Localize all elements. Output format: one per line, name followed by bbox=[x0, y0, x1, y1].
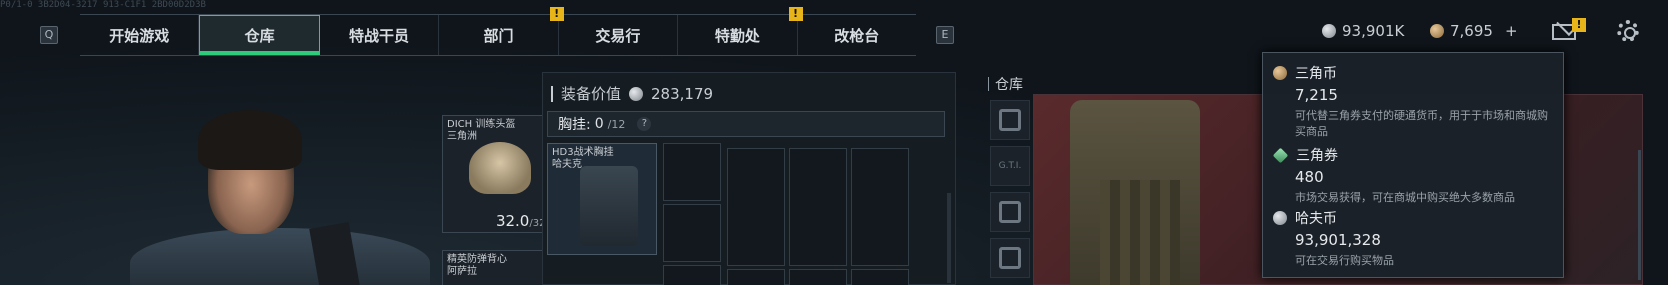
helmet-icon bbox=[469, 142, 531, 194]
rig-grid-cell[interactable] bbox=[663, 265, 721, 285]
storage-filter-case-2[interactable] bbox=[990, 238, 1030, 278]
gti-icon: G.T.I. bbox=[998, 161, 1022, 171]
tab-label: 改枪台 bbox=[834, 26, 880, 45]
armor-name: 精英防弹背心 bbox=[447, 254, 507, 265]
equipment-value-header: 装备价值 283,179 bbox=[551, 83, 713, 104]
tooltip-item-header: 哈夫币 bbox=[1273, 208, 1558, 228]
tooltip-item: 三角券 480 市场交易获得，可在商城中购买绝大多数商品 bbox=[1272, 145, 1558, 206]
tab-label: 仓库 bbox=[244, 26, 275, 45]
hafu-coin-icon bbox=[629, 86, 644, 101]
hafu-amount: 93,901K bbox=[1342, 22, 1405, 40]
tab-gunsmith[interactable]: 改枪台 bbox=[798, 15, 916, 55]
tooltip-item: 三角币 7,215 可代替三角券支付的硬通货币，用于于市场和商城购买商品 bbox=[1273, 63, 1558, 140]
tooltip-item-desc: 可代替三角券支付的硬通货币，用于于市场和商城购买商品 bbox=[1295, 109, 1548, 138]
chest-rig-icon bbox=[580, 166, 638, 246]
equipment-value-label: 装备价值 bbox=[561, 85, 622, 103]
rig-grid-cell[interactable] bbox=[663, 204, 721, 262]
sanjiao-coin-icon bbox=[1430, 24, 1444, 38]
chest-rig-slot[interactable]: HD3战术胸挂 哈夫克 bbox=[547, 143, 657, 255]
tooltip-item-desc: 可在交易行购买物品 bbox=[1295, 254, 1394, 267]
nav-left-key[interactable]: Q bbox=[40, 26, 58, 44]
help-icon[interactable]: ? bbox=[637, 117, 652, 131]
chest-rig-header: 胸挂: 0 /12 ? bbox=[547, 111, 945, 137]
armor-brand: 阿萨拉 bbox=[447, 266, 477, 277]
title-bar bbox=[988, 77, 989, 91]
sanjiao-ticket-icon bbox=[1272, 147, 1289, 163]
tooltip-item-name: 哈夫币 bbox=[1295, 211, 1337, 227]
tooltip-item: 哈夫币 93,901,328 可在交易行购买物品 bbox=[1273, 208, 1558, 269]
storage-icon bbox=[999, 109, 1021, 131]
tab-warehouse[interactable]: 仓库 bbox=[199, 15, 320, 55]
rig-grid-cell[interactable] bbox=[851, 148, 909, 266]
case-icon bbox=[999, 247, 1021, 269]
tab-start-game[interactable]: 开始游戏 bbox=[80, 15, 200, 55]
hafu-balance[interactable]: 93,901K bbox=[1322, 22, 1404, 40]
nav-right-key[interactable]: E bbox=[936, 26, 954, 44]
tooltip-item-name: 三角券 bbox=[1296, 148, 1338, 164]
tooltip-item-value: 480 bbox=[1295, 168, 1324, 186]
helmet-label: DICH 训练头盔 三角洲 bbox=[447, 119, 515, 143]
chest-rig-count: 0 bbox=[594, 116, 604, 132]
rig-grid-cell[interactable] bbox=[663, 143, 721, 201]
sanjiao-coin-icon bbox=[1273, 66, 1287, 80]
helmet-brand: 三角洲 bbox=[447, 131, 477, 142]
equipment-panel: 装备价值 283,179 胸挂: 0 /12 ? HD3战术胸挂 哈夫克 bbox=[542, 72, 956, 285]
tab-label: 开始游戏 bbox=[109, 26, 170, 45]
main-nav: 开始游戏 仓库 特战干员 部门! 交易行 特勤处! 改枪台 bbox=[80, 7, 916, 56]
top-id-strip: P0/1-0 3B2D04-3217 913-C1F1 2BD00D2D3B bbox=[0, 0, 206, 10]
operator-model bbox=[130, 110, 430, 285]
tooltip-item-value: 7,215 bbox=[1295, 86, 1338, 104]
title-bar bbox=[551, 85, 553, 102]
rig-grid-cell[interactable] bbox=[727, 148, 785, 266]
storage-filter-all[interactable] bbox=[990, 100, 1030, 140]
rig-grid-cell[interactable] bbox=[727, 269, 785, 285]
gear-icon[interactable] bbox=[1617, 20, 1639, 42]
equipment-value-amount: 283,179 bbox=[651, 84, 714, 103]
chest-rig-max: /12 bbox=[607, 117, 626, 131]
storage-filter-gti[interactable]: G.T.I. bbox=[990, 146, 1030, 186]
rig-grid-cell[interactable] bbox=[851, 269, 909, 285]
tab-label: 部门 bbox=[483, 26, 514, 45]
durability-value: 32.0 bbox=[495, 212, 530, 230]
storage-filter-case-1[interactable] bbox=[990, 192, 1030, 232]
chest-rig-label: 胸挂: bbox=[558, 117, 591, 133]
sanjiao-amount: 7,695 bbox=[1450, 22, 1493, 40]
operator-hair bbox=[198, 110, 302, 170]
rig-grid-cell[interactable] bbox=[789, 269, 847, 285]
add-currency-button[interactable]: + bbox=[1505, 22, 1518, 40]
rig-name: HD3战术胸挂 bbox=[552, 147, 614, 158]
hafu-coin-icon bbox=[1322, 24, 1336, 38]
tab-trade[interactable]: 交易行 bbox=[559, 15, 679, 55]
tab-operators[interactable]: 特战干员 bbox=[320, 15, 440, 55]
hafu-coin-icon bbox=[1273, 211, 1287, 225]
tooltip-item-header: 三角币 bbox=[1273, 63, 1558, 83]
mail-alert-badge: ! bbox=[1572, 18, 1586, 32]
storage-header: 仓库 bbox=[988, 74, 1023, 94]
rig-grid-cell[interactable] bbox=[789, 148, 847, 266]
sanjiao-balance[interactable]: 7,695 + bbox=[1430, 22, 1518, 40]
scrollbar[interactable] bbox=[947, 193, 951, 283]
tooltip-item-header: 三角券 bbox=[1272, 145, 1558, 165]
armor-label: 精英防弹背心 阿萨拉 bbox=[447, 254, 507, 278]
tab-special-ops[interactable]: 特勤处! bbox=[678, 7, 803, 55]
tab-label: 交易行 bbox=[595, 26, 641, 45]
tab-label: 特战干员 bbox=[349, 26, 410, 45]
tab-label: 特勤处 bbox=[714, 26, 760, 45]
tooltip-item-name: 三角币 bbox=[1295, 66, 1337, 82]
operator-body bbox=[130, 228, 430, 285]
storage-title: 仓库 bbox=[995, 77, 1023, 93]
currency-tooltip: 三角币 7,215 可代替三角券支付的硬通货币，用于于市场和商城购买商品 三角券… bbox=[1262, 52, 1564, 278]
tab-department[interactable]: 部门! bbox=[439, 7, 564, 55]
tooltip-item-desc: 市场交易获得，可在商城中购买绝大多数商品 bbox=[1295, 191, 1515, 204]
tooltip-item-value: 93,901,328 bbox=[1295, 231, 1381, 249]
helmet-name: DICH 训练头盔 bbox=[447, 119, 516, 130]
case-icon bbox=[999, 201, 1021, 223]
storage-scrollbar[interactable] bbox=[1638, 150, 1641, 280]
armor-vest-detail bbox=[1100, 180, 1180, 285]
